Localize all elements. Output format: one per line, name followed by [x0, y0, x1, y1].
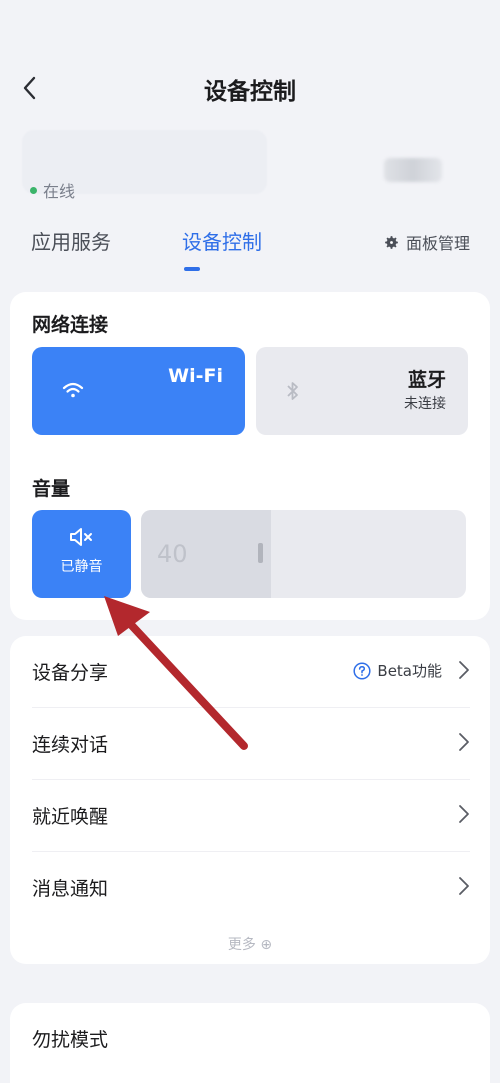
- device-image-blurred: [384, 158, 442, 182]
- settings-row-label: 连续对话: [32, 734, 109, 756]
- network-section-title: 网络连接: [32, 314, 109, 336]
- settings-card: 设备分享 Beta功能 连续对话 就近唤醒 消息通知 更多 ⊕: [10, 636, 490, 964]
- chevron-right-icon: [459, 733, 469, 751]
- page-title: 设备控制: [204, 79, 296, 105]
- wifi-tile[interactable]: Wi-Fi: [32, 347, 245, 435]
- settings-row-label: 设备分享: [32, 662, 109, 684]
- tab-app-services[interactable]: 应用服务: [31, 226, 111, 255]
- volume-value: 40: [157, 540, 188, 568]
- device-control-page: 设备控制 在线 应用服务 设备控制 面板管理 网络连接 Wi-Fi 蓝牙 未连接…: [0, 0, 500, 1083]
- bluetooth-label: 蓝牙: [407, 369, 446, 391]
- mute-label: 已静音: [60, 559, 103, 575]
- tab-bar: 应用服务 设备控制 面板管理: [0, 222, 500, 278]
- beta-label: Beta功能: [377, 662, 442, 680]
- wifi-label: Wi-Fi: [168, 365, 223, 387]
- more-button[interactable]: 更多 ⊕: [10, 934, 490, 954]
- more-label: 更多: [227, 937, 256, 953]
- speaker-muted-icon: [70, 528, 92, 546]
- settings-row-label: 就近唤醒: [32, 806, 109, 828]
- chevron-right-icon: [459, 661, 469, 679]
- settings-row-label: 消息通知: [32, 878, 109, 900]
- dnd-label: 勿扰模式: [32, 1029, 109, 1051]
- gear-icon: [385, 235, 398, 249]
- volume-slider-handle[interactable]: [258, 543, 263, 563]
- bluetooth-status: 未连接: [404, 396, 446, 412]
- beta-badge[interactable]: Beta功能: [353, 660, 442, 681]
- dnd-card[interactable]: 勿扰模式: [10, 1003, 490, 1083]
- mute-button[interactable]: 已静音: [32, 510, 131, 598]
- settings-row-device-share[interactable]: 设备分享 Beta功能: [32, 636, 470, 708]
- panel-management-label: 面板管理: [405, 234, 470, 253]
- online-dot-icon: [30, 186, 37, 194]
- header: 设备控制: [0, 60, 500, 116]
- device-status: 在线: [30, 178, 75, 202]
- volume-slider[interactable]: 40: [141, 510, 466, 598]
- chevron-down-circle-icon: ⊕: [260, 937, 273, 953]
- tab-device-control[interactable]: 设备控制: [182, 226, 262, 255]
- control-card: 网络连接 Wi-Fi 蓝牙 未连接 音量 已静音 40: [10, 292, 490, 620]
- settings-row-nearby-wake[interactable]: 就近唤醒: [32, 780, 470, 852]
- active-tab-indicator: [184, 267, 200, 271]
- settings-row-continuous-dialog[interactable]: 连续对话: [32, 708, 470, 780]
- settings-row-notifications[interactable]: 消息通知: [32, 852, 470, 924]
- help-circle-icon: [353, 661, 371, 680]
- bluetooth-icon: [287, 382, 298, 400]
- device-status-label: 在线: [43, 182, 76, 201]
- chevron-right-icon: [459, 805, 469, 823]
- volume-section-title: 音量: [32, 478, 71, 500]
- panel-management-button[interactable]: 面板管理: [383, 230, 470, 254]
- wifi-icon: [62, 382, 84, 398]
- bluetooth-tile[interactable]: 蓝牙 未连接: [256, 347, 468, 435]
- chevron-right-icon: [459, 877, 469, 895]
